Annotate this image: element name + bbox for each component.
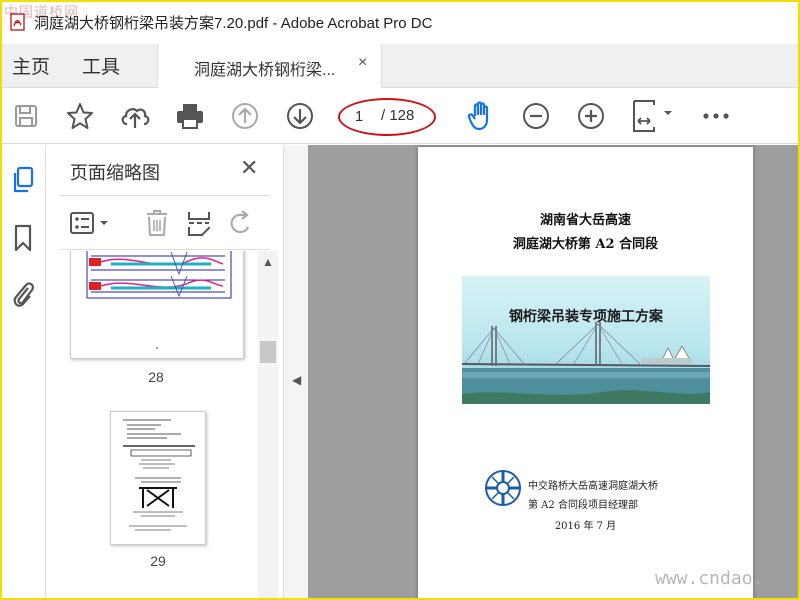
watermark-bottom: www.cndao. — [655, 568, 764, 589]
document-heading-2: 洞庭湖大桥第 A2 合同段 — [512, 237, 659, 252]
scroll-up-icon[interactable]: ▲ — [262, 255, 274, 269]
thumbnail-list: 28 29 — [46, 251, 258, 600]
page-up-icon[interactable] — [229, 100, 261, 132]
upload-cloud-icon[interactable] — [119, 100, 151, 132]
document-viewer[interactable]: 湖南省大岳高速 洞庭湖大桥第 A2 合同段 钢桁梁吊装专项施工方案 中交路桥大岳… — [308, 145, 800, 600]
more-icon[interactable] — [700, 100, 732, 132]
menu-home[interactable]: 主页 — [12, 52, 50, 79]
fit-page-icon[interactable] — [630, 100, 674, 132]
document-page: 湖南省大岳高速 洞庭湖大桥第 A2 合同段 钢桁梁吊装专项施工方案 中交路桥大岳… — [418, 147, 753, 600]
thumbnail-label: 28 — [148, 369, 164, 385]
document-heading-1: 湖南省大岳高速 — [539, 213, 631, 228]
attachments-icon[interactable] — [8, 279, 38, 309]
document-date: 2016 年 7 月 — [554, 521, 617, 532]
bookmarks-icon[interactable] — [8, 223, 38, 253]
options-menu-icon[interactable] — [68, 207, 114, 239]
page-thumbnails-icon[interactable] — [8, 165, 38, 195]
collapse-left-icon[interactable]: ◀ — [292, 373, 301, 387]
panel-title: 页面缩略图 — [70, 163, 160, 183]
print-icon[interactable] — [174, 100, 206, 132]
company-logo-icon — [484, 469, 522, 507]
title-bar: 中国道桥网 洞庭湖大桥钢桁梁吊装方案7.20.pdf - Adobe Acrob… — [0, 0, 800, 44]
menu-tools[interactable]: 工具 — [82, 52, 120, 79]
org-name-line-1: 中交路桥大岳高速洞庭湖大桥 — [528, 481, 658, 492]
tab-close-icon[interactable]: × — [358, 54, 367, 72]
panel-toolbar — [46, 199, 284, 249]
divider — [60, 249, 270, 250]
cover-photo: 钢桁梁吊装专项施工方案 — [462, 276, 710, 404]
panel-close-icon[interactable]: ✕ — [240, 155, 258, 181]
org-name-line-2: 第 A2 合同段项目经理部 — [528, 500, 638, 511]
highlight-ellipse — [338, 98, 436, 136]
page-down-icon[interactable] — [284, 100, 316, 132]
zoom-out-icon[interactable] — [520, 100, 552, 132]
thumbnail-page-28[interactable] — [70, 251, 244, 359]
tab-document-label: 洞庭湖大桥钢桁梁... — [194, 62, 336, 79]
cover-title: 钢桁梁吊装专项施工方案 — [509, 309, 663, 325]
thumbnail-scrollbar[interactable]: ▲ — [258, 251, 278, 600]
scrollbar-thumb[interactable] — [260, 341, 276, 363]
divider — [60, 195, 270, 196]
thumbnails-panel: 页面缩略图 ✕ 28 29 ▲ — [46, 145, 284, 600]
window-title: 洞庭湖大桥钢桁梁吊装方案7.20.pdf - Adobe Acrobat Pro… — [34, 14, 433, 32]
panel-collapse-strip[interactable]: ◀ — [284, 145, 308, 600]
tab-document[interactable]: 洞庭湖大桥钢桁梁... × — [157, 44, 382, 88]
acrobat-file-icon — [10, 13, 26, 31]
rotate-icon[interactable] — [226, 207, 256, 239]
hand-tool-icon[interactable] — [465, 100, 497, 132]
save-icon[interactable] — [10, 100, 42, 132]
left-rail — [0, 145, 46, 600]
trash-icon[interactable] — [142, 207, 172, 239]
bookmark-star-icon[interactable] — [64, 100, 96, 132]
zoom-in-icon[interactable] — [575, 100, 607, 132]
tab-bar: 主页 工具 洞庭湖大桥钢桁梁... × — [0, 44, 800, 88]
thumbnail-label: 29 — [150, 553, 166, 569]
insert-pages-icon[interactable] — [184, 207, 214, 239]
thumbnail-page-29[interactable] — [110, 411, 206, 545]
